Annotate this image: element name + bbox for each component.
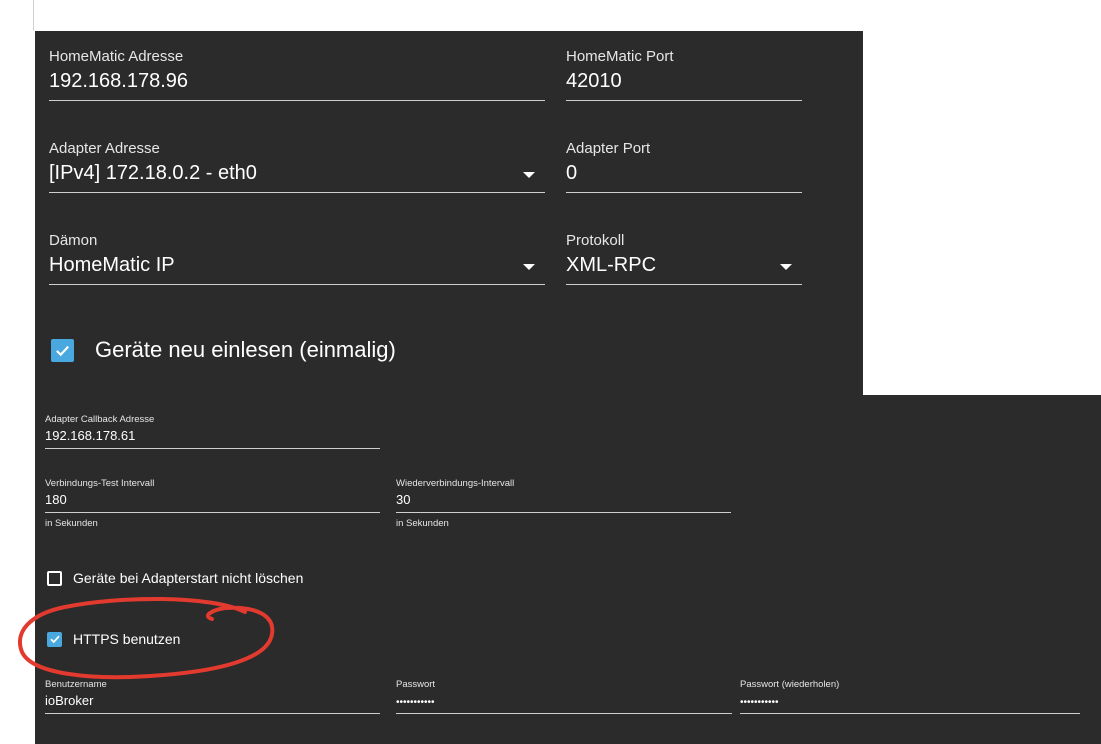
callback-address-input[interactable]: 192.168.178.61 bbox=[45, 428, 135, 443]
protocol-value[interactable]: XML-RPC bbox=[566, 254, 656, 277]
callback-address-label: Adapter Callback Adresse bbox=[45, 414, 155, 425]
dont-delete-devices-checkbox[interactable]: Geräte bei Adapterstart nicht löschen bbox=[47, 570, 303, 586]
reconnect-interval-input[interactable]: 30 bbox=[396, 492, 410, 507]
checkbox-checked-icon[interactable] bbox=[51, 338, 74, 362]
adapter-port-field[interactable]: Adapter Port 0 bbox=[566, 140, 802, 200]
reread-devices-checkbox[interactable]: Geräte neu einlesen (einmalig) bbox=[51, 337, 396, 363]
password-repeat-label: Passwort (wiederholen) bbox=[740, 679, 840, 690]
adapter-port-input[interactable]: 0 bbox=[566, 162, 577, 185]
main-settings-panel: HomeMatic Adresse 192.168.178.96 HomeMat… bbox=[35, 31, 863, 401]
adapter-port-underline bbox=[566, 192, 802, 193]
homematic-address-label: HomeMatic Adresse bbox=[49, 48, 184, 65]
username-field[interactable]: Benutzername ioBroker bbox=[45, 679, 380, 723]
connection-test-interval-underline bbox=[45, 512, 380, 513]
reconnect-interval-field[interactable]: Wiederverbindungs-Intervall 30 in Sekund… bbox=[396, 478, 731, 538]
username-input[interactable]: ioBroker bbox=[45, 693, 93, 708]
daemon-label: Dämon bbox=[49, 232, 98, 249]
checkbox-checked-icon[interactable] bbox=[47, 631, 62, 647]
advanced-settings-panel: Adapter Callback Adresse 192.168.178.61 … bbox=[35, 395, 1101, 744]
chevron-down-icon[interactable] bbox=[523, 172, 535, 178]
reconnect-interval-helper: in Sekunden bbox=[396, 518, 449, 529]
password-label: Passwort bbox=[396, 679, 436, 690]
username-label: Benutzername bbox=[45, 679, 107, 690]
homematic-address-underline bbox=[49, 100, 545, 101]
connection-test-interval-input[interactable]: 180 bbox=[45, 492, 67, 507]
adapter-address-underline bbox=[49, 192, 545, 193]
reconnect-interval-label: Wiederverbindungs-Intervall bbox=[396, 478, 515, 489]
homematic-port-field[interactable]: HomeMatic Port 42010 bbox=[566, 48, 802, 108]
adapter-port-label: Adapter Port bbox=[566, 140, 651, 157]
password-field[interactable]: Passwort ••••••••••• bbox=[396, 679, 732, 723]
use-https-label: HTTPS benutzen bbox=[73, 631, 181, 647]
homematic-port-label: HomeMatic Port bbox=[566, 48, 674, 65]
connection-test-interval-label: Verbindungs-Test Intervall bbox=[45, 478, 155, 489]
chevron-down-icon[interactable] bbox=[523, 264, 535, 270]
password-repeat-underline bbox=[740, 713, 1080, 714]
password-repeat-field[interactable]: Passwort (wiederholen) ••••••••••• bbox=[740, 679, 1080, 723]
password-repeat-input[interactable]: ••••••••••• bbox=[740, 697, 779, 708]
daemon-value[interactable]: HomeMatic IP bbox=[49, 254, 175, 277]
page-left-border bbox=[33, 0, 34, 30]
reconnect-interval-underline bbox=[396, 512, 731, 513]
adapter-address-value[interactable]: [IPv4] 172.18.0.2 - eth0 bbox=[49, 162, 257, 185]
username-underline bbox=[45, 713, 380, 714]
homematic-address-field[interactable]: HomeMatic Adresse 192.168.178.96 bbox=[49, 48, 545, 108]
homematic-address-input[interactable]: 192.168.178.96 bbox=[49, 70, 188, 93]
daemon-underline bbox=[49, 284, 545, 285]
checkbox-unchecked-icon[interactable] bbox=[47, 570, 62, 586]
reread-devices-label: Geräte neu einlesen (einmalig) bbox=[95, 337, 396, 362]
connection-test-interval-field[interactable]: Verbindungs-Test Intervall 180 in Sekund… bbox=[45, 478, 380, 538]
callback-address-field[interactable]: Adapter Callback Adresse 192.168.178.61 bbox=[45, 414, 380, 458]
adapter-address-label: Adapter Adresse bbox=[49, 140, 160, 157]
protocol-label: Protokoll bbox=[566, 232, 625, 249]
password-underline bbox=[396, 713, 732, 714]
homematic-port-underline bbox=[566, 100, 802, 101]
connection-test-interval-helper: in Sekunden bbox=[45, 518, 98, 529]
adapter-address-select[interactable]: Adapter Adresse [IPv4] 172.18.0.2 - eth0 bbox=[49, 140, 545, 200]
use-https-checkbox[interactable]: HTTPS benutzen bbox=[47, 631, 180, 647]
protocol-underline bbox=[566, 284, 802, 285]
daemon-select[interactable]: Dämon HomeMatic IP bbox=[49, 232, 545, 292]
callback-address-underline bbox=[45, 448, 380, 449]
password-input[interactable]: ••••••••••• bbox=[396, 697, 435, 708]
protocol-select[interactable]: Protokoll XML-RPC bbox=[566, 232, 802, 292]
dont-delete-devices-label: Geräte bei Adapterstart nicht löschen bbox=[73, 570, 304, 586]
chevron-down-icon[interactable] bbox=[780, 264, 792, 270]
homematic-port-input[interactable]: 42010 bbox=[566, 70, 622, 93]
